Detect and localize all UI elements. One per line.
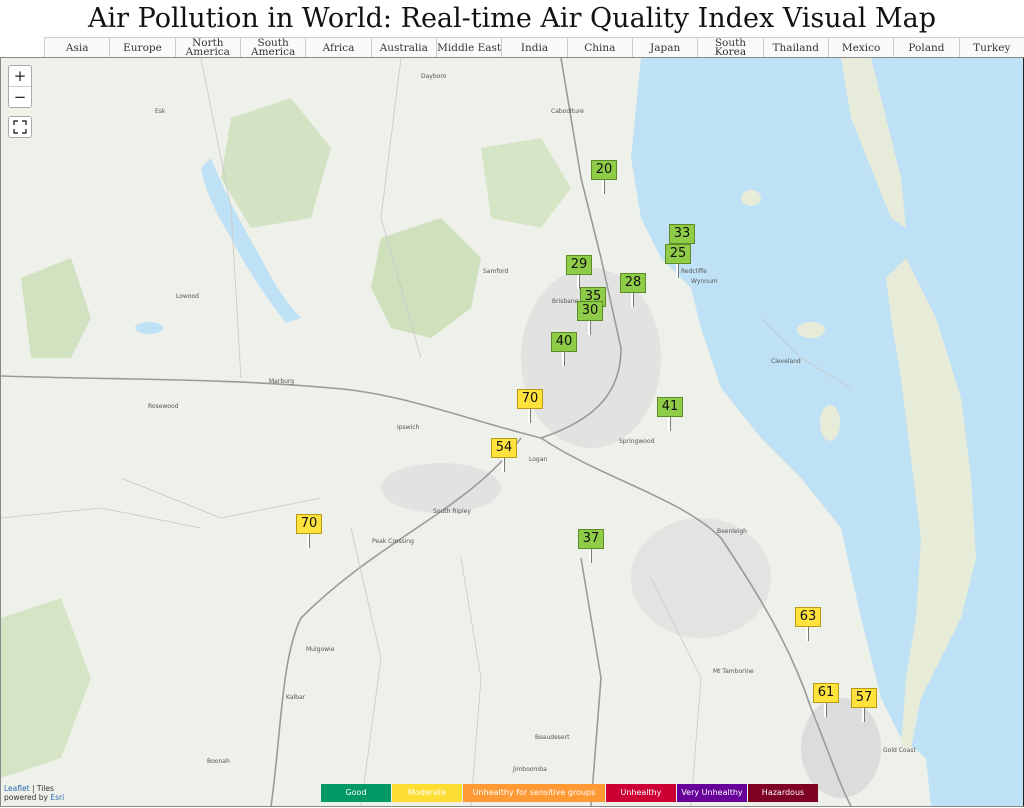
aqi-marker[interactable]: 54	[491, 438, 517, 472]
fullscreen-button[interactable]	[8, 116, 32, 138]
nav-tab-thailand[interactable]: Thailand	[762, 38, 828, 58]
place-label: Kalbar	[286, 694, 306, 701]
place-label: Esk	[155, 108, 166, 115]
place-label: Brisbane	[552, 298, 579, 305]
place-label: Ipswich	[397, 424, 420, 431]
esri-link[interactable]: Esri	[50, 793, 64, 802]
legend-item-very-unhealthy: Very Unhealthy	[677, 784, 747, 802]
place-label: Lowood	[176, 293, 199, 300]
nav-tab-japan[interactable]: Japan	[631, 38, 697, 58]
legend-item-unhealthy: Unhealthy	[606, 784, 676, 802]
nav-tab-asia[interactable]: Asia	[44, 38, 109, 58]
fullscreen-icon	[13, 120, 27, 134]
legend-item-moderate: Moderate	[392, 784, 462, 802]
aqi-marker[interactable]: 29	[566, 255, 592, 289]
aqi-marker[interactable]: 28	[620, 273, 646, 307]
aqi-marker[interactable]: 57	[851, 688, 877, 722]
map-view[interactable]: Brisbane Ipswich Logan Gold Coast Redcliffe C…	[0, 57, 1024, 807]
zoom-out-button[interactable]: −	[9, 86, 31, 107]
page-title: Air Pollution in World: Real-time Air Qu…	[88, 3, 936, 34]
nav-tab-south-america[interactable]: South America	[239, 38, 305, 58]
legend-item-good: Good	[321, 784, 391, 802]
aqi-marker[interactable]: 41	[657, 397, 683, 431]
nav-tab-poland[interactable]: Poland	[893, 38, 958, 58]
powered-by-text: powered by	[4, 793, 48, 802]
place-label: Beaudesert	[535, 734, 570, 741]
place-label: Peak Crossing	[372, 538, 414, 545]
nav-tab-north-america[interactable]: North America	[174, 38, 240, 58]
nav-tab-africa[interactable]: Africa	[305, 38, 370, 58]
place-label: Mt Tamborine	[713, 668, 754, 675]
aqi-marker[interactable]: 20	[591, 160, 617, 194]
place-label: Wynnum	[691, 278, 718, 285]
place-label: South Ripley	[433, 508, 471, 515]
nav-tab-china[interactable]: China	[566, 38, 632, 58]
place-label: Jimboomba	[513, 766, 547, 773]
aqi-marker[interactable]: 40	[551, 332, 577, 366]
nav-tab-mexico[interactable]: Mexico	[827, 38, 893, 58]
aqi-marker[interactable]: 61	[813, 683, 839, 717]
place-label: Springwood	[619, 438, 655, 445]
aqi-marker[interactable]: 70	[517, 389, 543, 423]
map-attribution: Leaflet | Tiles powered by Esri	[4, 784, 64, 802]
place-label: Marburg	[269, 378, 295, 385]
aqi-marker[interactable]: 37	[578, 529, 604, 563]
aqi-legend: Good Moderate Unhealthy for sensitive grou…	[321, 784, 818, 802]
aqi-marker[interactable]: 63	[795, 607, 821, 641]
place-label: Redcliffe	[681, 268, 707, 275]
place-label: Mulgowie	[306, 646, 335, 653]
place-label: Rosewood	[148, 403, 179, 410]
place-label: Beenleigh	[717, 528, 747, 535]
place-label: Cleveland	[771, 358, 801, 365]
nav-tab-middle-east[interactable]: Middle East	[435, 38, 501, 58]
nav-tab-australia[interactable]: Australia	[370, 38, 436, 58]
region-nav: Asia Europe North America South America Afri…	[44, 37, 1024, 59]
nav-tab-turkey[interactable]: Turkey	[958, 38, 1024, 58]
nav-tab-south-korea[interactable]: South Korea	[697, 38, 762, 58]
place-label: Dayboro	[421, 73, 447, 80]
place-label: Boonah	[207, 758, 230, 765]
aqi-marker[interactable]: 70	[296, 514, 322, 548]
zoom-control: + −	[8, 65, 32, 108]
aqi-marker[interactable]: 25	[665, 244, 691, 278]
nav-tab-india[interactable]: India	[501, 38, 566, 58]
place-label: Gold Coast	[883, 747, 916, 754]
place-label: Logan	[529, 456, 548, 463]
aqi-marker[interactable]: 30	[577, 301, 603, 335]
place-label: Caboolture	[551, 108, 584, 115]
place-label: Samford	[483, 268, 509, 275]
nav-tab-europe[interactable]: Europe	[109, 38, 174, 58]
aqi-marker[interactable]: 33	[669, 224, 695, 258]
legend-item-hazardous: Hazardous	[748, 784, 818, 802]
tiles-text: | Tiles	[31, 784, 54, 793]
leaflet-link[interactable]: Leaflet	[4, 784, 30, 793]
legend-item-unhealthy-for-sensitive-groups: Unhealthy for sensitive groups	[463, 784, 605, 802]
zoom-in-button[interactable]: +	[9, 66, 31, 86]
